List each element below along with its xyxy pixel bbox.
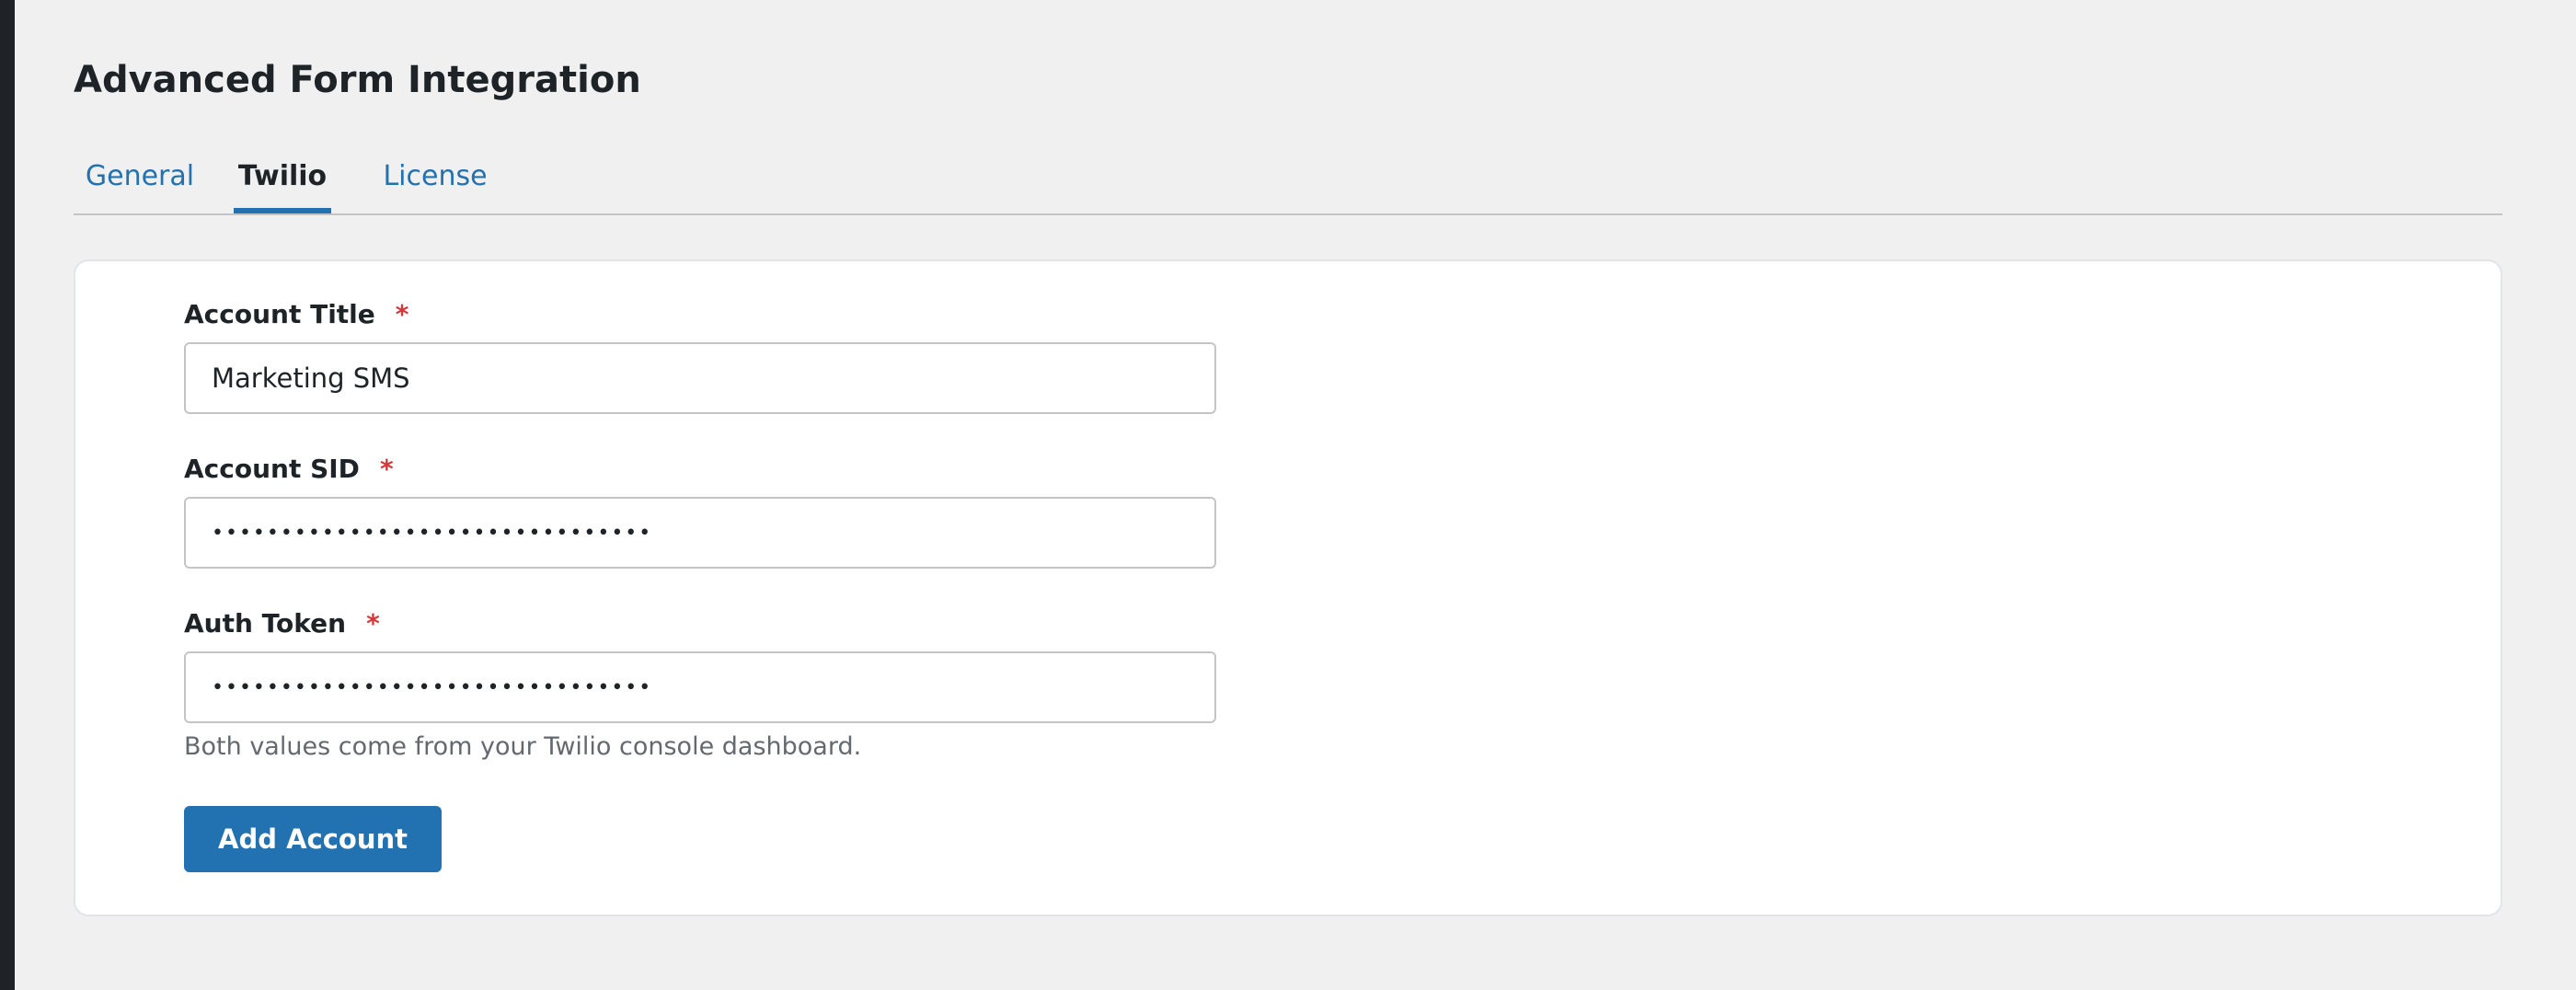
account-title-label: Account Title *	[184, 298, 408, 331]
auth-token-input[interactable]	[184, 651, 1216, 723]
account-sid-label: Account SID *	[184, 453, 394, 486]
required-asterisk: *	[395, 299, 409, 329]
tab-general[interactable]: General	[79, 147, 201, 213]
admin-sidebar-edge	[0, 0, 15, 990]
account-title-label-text: Account Title	[184, 299, 375, 329]
account-title-input[interactable]	[184, 342, 1216, 414]
tab-twilio[interactable]: Twilio	[234, 147, 331, 213]
account-sid-label-text: Account SID	[184, 454, 360, 484]
help-text: Both values come from your Twilio consol…	[184, 732, 862, 761]
auth-token-label-text: Auth Token	[184, 608, 347, 639]
twilio-account-form: Account Title* Account SID* Auth Token* …	[74, 259, 2502, 916]
account-sid-input[interactable]	[184, 497, 1216, 569]
tab-bar: General Twilio License	[74, 147, 2502, 215]
required-asterisk: *	[366, 608, 380, 639]
add-account-button[interactable]: Add Account	[184, 806, 442, 872]
required-asterisk: *	[379, 454, 394, 484]
auth-token-label: Auth Token *	[184, 607, 380, 640]
tab-license[interactable]: License	[377, 147, 493, 213]
page-title: Advanced Form Integration	[74, 59, 641, 101]
